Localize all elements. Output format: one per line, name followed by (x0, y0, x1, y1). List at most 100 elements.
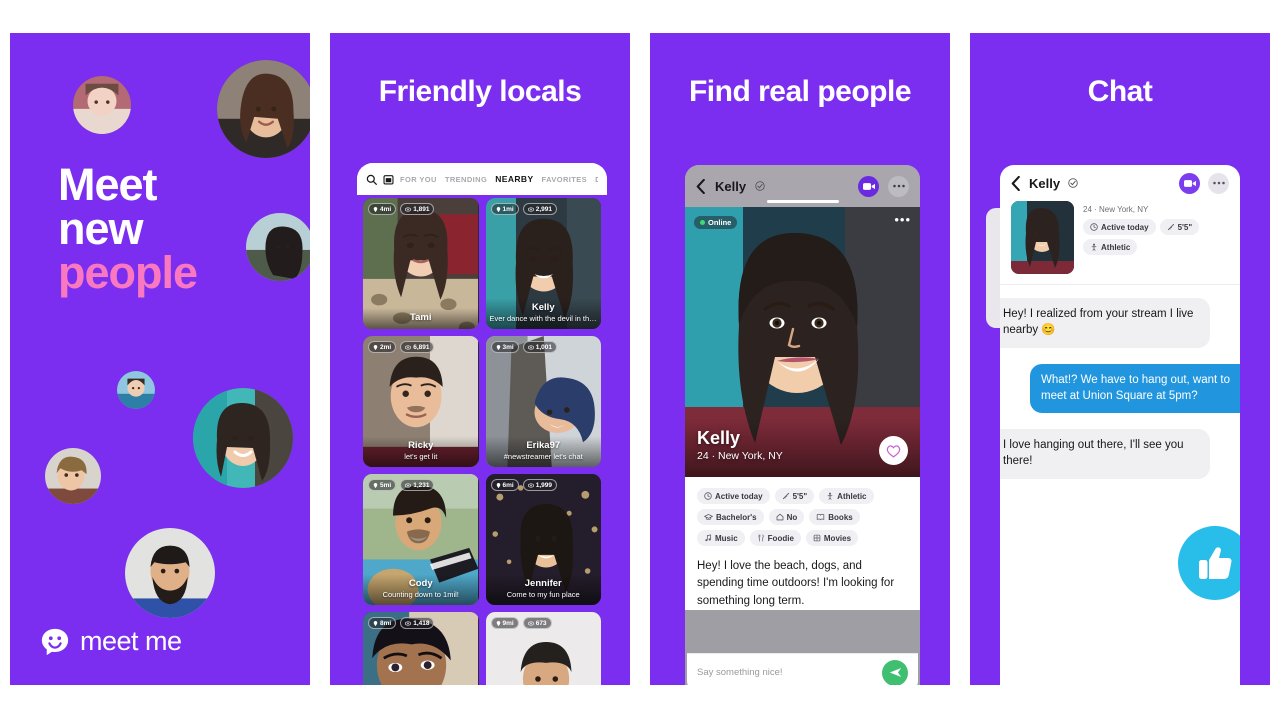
book-icon (817, 513, 825, 521)
profile-tag[interactable]: Books (809, 509, 860, 525)
views-badge: 1,418 (400, 617, 435, 629)
chat-partner-photo (1011, 201, 1074, 274)
chat-partner-summary[interactable]: 24 · New York, NY Active today 5'5" Athl… (1000, 201, 1240, 285)
stream-card-grid: 4mi 1,891 Tami 1mi 2,991 Kelly Ever danc… (357, 195, 607, 685)
back-chevron-icon[interactable] (1011, 175, 1021, 191)
send-button[interactable] (882, 659, 908, 685)
clock-icon (1090, 223, 1098, 231)
pin-icon (373, 344, 378, 350)
card-name: Tami (410, 312, 432, 323)
card-badges: 9mi 673 (490, 617, 552, 629)
photo-more-icon[interactable]: ••• (894, 213, 911, 226)
tab-nearby[interactable]: NEARBY (495, 174, 533, 184)
hero-title: Meet new people (58, 162, 198, 299)
stream-card[interactable]: 1mi 2,991 Kelly Ever dance with the devi… (485, 198, 601, 329)
chat-partner-tag[interactable]: Athletic (1083, 239, 1138, 255)
views-badge: 673 (522, 617, 552, 629)
back-chevron-icon[interactable] (696, 178, 706, 194)
profile-photo[interactable]: Online ••• Kelly 24 · New York, NY (685, 207, 920, 477)
like-button[interactable] (879, 436, 908, 465)
views-badge: 1,001 (522, 341, 557, 353)
chat-partner-tags: Active today 5'5" Athletic (1083, 219, 1229, 255)
stream-card[interactable]: 5mi 1,231 Cody Counting down to 1mil! (363, 474, 479, 605)
tab-favorites[interactable]: FAVORITES (542, 175, 588, 184)
stream-card[interactable]: 8mi 1,418 (363, 612, 479, 685)
card-caption: Cody Counting down to 1mil! (363, 574, 479, 605)
online-status-badge: Online (694, 216, 738, 229)
eye-icon (527, 621, 534, 625)
stream-card[interactable]: 4mi 1,891 Tami (363, 198, 479, 329)
profile-tag[interactable]: Active today (697, 488, 770, 504)
fork-knife-icon (758, 534, 764, 542)
avatar-photo (125, 528, 215, 618)
pin-icon (373, 482, 378, 488)
profile-tag[interactable]: 5'5" (774, 488, 815, 504)
profile-tag[interactable]: Athletic (819, 488, 874, 504)
eye-icon (527, 345, 534, 349)
video-call-button[interactable] (1179, 172, 1200, 194)
views-badge: 1,231 (400, 479, 435, 491)
panel-heading: Chat (1087, 75, 1153, 108)
distance-badge: 6mi (490, 479, 519, 491)
tab-trending[interactable]: TRENDING (445, 175, 487, 184)
hero-title-line-2: new (58, 203, 144, 255)
views-badge: 6,891 (400, 341, 435, 353)
avatar-photo (117, 371, 155, 409)
more-options-button[interactable] (1208, 172, 1229, 194)
video-call-button[interactable] (858, 175, 879, 197)
pin-icon (496, 620, 500, 626)
chat-partner-tag[interactable]: 5'5" (1159, 219, 1200, 235)
film-icon (813, 534, 821, 542)
stream-card[interactable]: 9mi 673 (485, 612, 601, 685)
stream-card[interactable]: 2mi 6,891 Ricky let's get lit (363, 336, 479, 467)
pin-icon (496, 482, 500, 488)
chat-partner-info: 24 · New York, NY Active today 5'5" Athl… (1083, 201, 1229, 274)
message-input-placeholder[interactable]: Say something nice! (697, 667, 882, 678)
chat-partner-thumbnail[interactable] (1011, 201, 1074, 274)
card-badges: 4mi 1,891 (368, 203, 435, 215)
profile-details: Active today 5'5" Athletic Bachelor's No… (685, 477, 920, 610)
stream-card[interactable]: 6mi 1,999 Jennifer Come to my fun place (485, 474, 601, 605)
profile-tag[interactable]: Movies (805, 530, 859, 546)
chat-header: Kelly (1000, 165, 1240, 201)
stream-card[interactable]: 3mi 1,001 Erika97 #newstreamer let's cha… (485, 336, 601, 467)
panel-heading: Friendly locals (378, 75, 582, 108)
profile-tag[interactable]: No (768, 509, 805, 525)
avatar-photo (45, 448, 101, 504)
panel-chat: Chat Kelly 24 · New York, NY Active toda… (970, 33, 1270, 685)
calendar-icon[interactable] (383, 174, 394, 185)
card-badges: 6mi 1,999 (490, 479, 557, 491)
more-options-button[interactable] (888, 175, 909, 197)
online-label: Online (708, 218, 732, 227)
avatar (117, 371, 155, 409)
distance-badge: 8mi (368, 617, 397, 629)
distance-badge: 5mi (368, 479, 397, 491)
chat-phone-mock: Kelly 24 · New York, NY Active today 5'5… (1000, 165, 1240, 685)
profile-tag[interactable]: Music (697, 530, 745, 546)
card-caption: Kelly Ever dance with the devil in the..… (485, 298, 601, 329)
profile-bio: Hey! I love the beach, dogs, and spendin… (697, 560, 895, 607)
panel-find-real-people: Find real people Kelly Online ••• Kelly … (650, 33, 950, 685)
card-caption: Jennifer Come to my fun place (485, 574, 601, 605)
pin-icon (496, 344, 500, 350)
chat-partner-tag[interactable]: Active today (1083, 219, 1156, 235)
eye-icon (405, 621, 412, 625)
message-input-bar[interactable]: Say something nice! (687, 653, 918, 685)
hero-title-line-3: people (58, 247, 198, 299)
panel-hero: Meet new people meet me (10, 33, 310, 685)
tab-for-you[interactable]: FOR YOU (400, 175, 437, 184)
gutter (1270, 33, 1280, 685)
sheet-grabber[interactable] (766, 199, 839, 203)
brand-name: meet me (80, 626, 182, 656)
distance-badge: 4mi (368, 203, 397, 215)
profile-tag[interactable]: Bachelor's (697, 509, 764, 525)
chat-message-incoming: I love hanging out there, I'll see you t… (1000, 429, 1210, 480)
profile-tag[interactable]: Foodie (749, 530, 801, 546)
heart-icon (886, 444, 901, 458)
gutter (310, 33, 320, 685)
tab-daily[interactable]: DA (595, 175, 598, 184)
chat-smiley-icon (41, 628, 69, 655)
avatar (73, 76, 131, 134)
search-icon[interactable] (366, 174, 377, 185)
card-subtitle: let's get lit (404, 452, 438, 461)
